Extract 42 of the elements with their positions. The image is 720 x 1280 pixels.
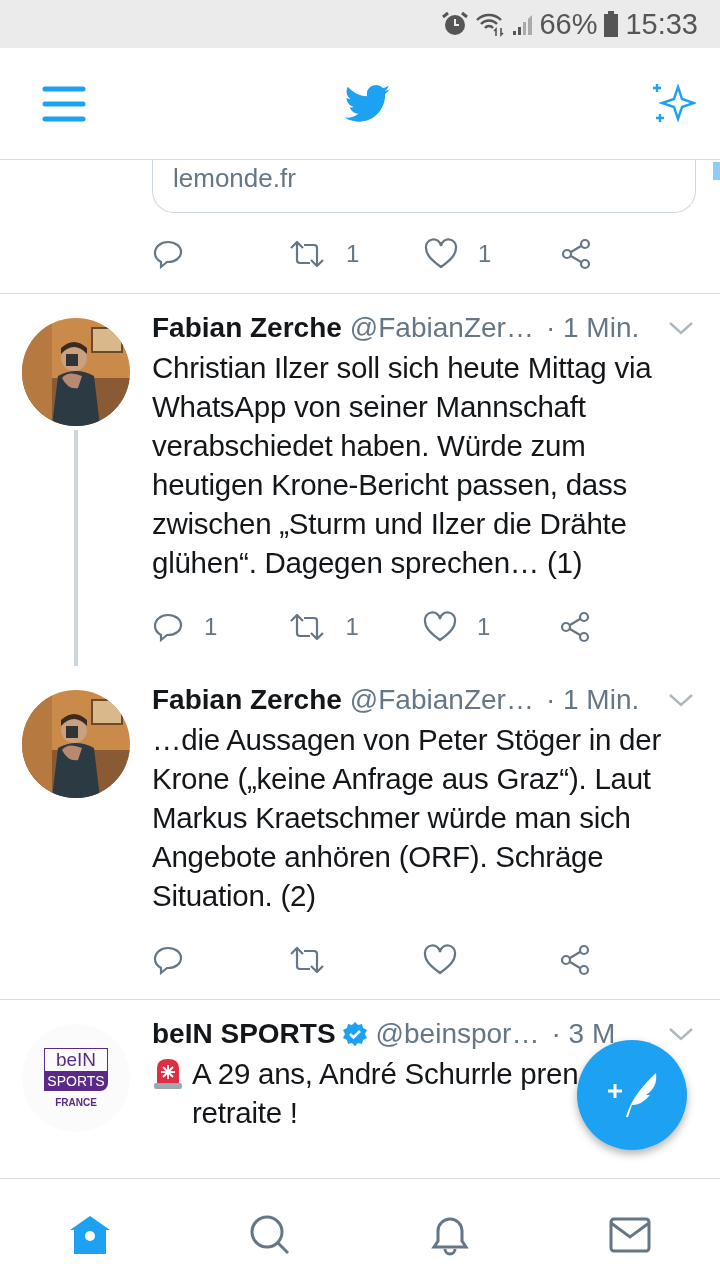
author-handle[interactable]: @beinspor… xyxy=(375,1018,540,1050)
tweet-time: · 1 Min. xyxy=(545,312,640,344)
tweet-text: …die Aussagen von Peter Stöger in der Krone („keine Anfrage aus Graz“). Laut Markus Kraetschmer würde man sich Angebote anhören (ORF). Schräge Situation. (2) xyxy=(152,722,662,914)
retweet-count: 1 xyxy=(345,613,359,641)
heart-icon[interactable] xyxy=(423,944,457,976)
tweet-text: A 29 ans, André Schurrle pren retraite ! xyxy=(192,1056,579,1131)
retweet-count: 1 xyxy=(346,240,360,268)
heart-icon[interactable] xyxy=(423,611,457,643)
reply-icon[interactable] xyxy=(152,238,184,270)
mail-icon xyxy=(609,1216,651,1253)
menu-icon[interactable] xyxy=(42,84,86,123)
like-count: 1 xyxy=(478,240,492,268)
share-icon[interactable] xyxy=(560,238,592,270)
author-name[interactable]: Fabian Zerche xyxy=(152,684,342,716)
author-handle[interactable]: @FabianZer… xyxy=(349,684,534,716)
clock-time: 15:33 xyxy=(625,9,698,39)
channel-logo[interactable]: beIN SPORTS FRANCE xyxy=(22,1024,130,1132)
scrollbar-thumb xyxy=(713,162,720,180)
wifi-icon xyxy=(475,11,506,37)
reply-count: 1 xyxy=(204,613,218,641)
share-icon[interactable] xyxy=(558,611,591,643)
tweet-time: · 1 Min. xyxy=(545,684,640,716)
bird-logo-icon xyxy=(345,84,391,123)
battery-icon xyxy=(603,10,620,38)
author-handle[interactable]: @FabianZer… xyxy=(349,312,534,344)
battery-percent: 66% xyxy=(539,9,598,39)
heart-icon[interactable] xyxy=(424,238,458,270)
search-icon xyxy=(249,1213,291,1256)
tweet-time: · 3 M xyxy=(551,1018,616,1050)
author-name[interactable]: beIN SPORTS xyxy=(152,1018,336,1050)
share-icon[interactable] xyxy=(558,944,591,976)
author-name[interactable]: Fabian Zerche xyxy=(152,312,342,344)
retweet-icon[interactable] xyxy=(288,238,326,270)
link-card[interactable]: lemonde.fr xyxy=(152,160,696,213)
reply-icon[interactable] xyxy=(152,944,184,976)
like-count: 1 xyxy=(477,613,491,641)
tweet-text: Christian Ilzer soll sich heute Mittag via WhatsApp von seiner Mannschaft verabschiedet haben. Würde zum heutigen Krone-Bericht passen, dass zwischen „Sturm und Ilzer die Drähte glühen“. Dagegen sprechen… (1) xyxy=(152,350,653,581)
logo-text: SPORTS xyxy=(44,1071,108,1091)
link-domain: lemonde.fr xyxy=(173,162,296,195)
alarm-icon xyxy=(441,10,470,38)
logo-text: FRANCE xyxy=(55,1097,97,1108)
reply-icon[interactable] xyxy=(152,611,184,643)
